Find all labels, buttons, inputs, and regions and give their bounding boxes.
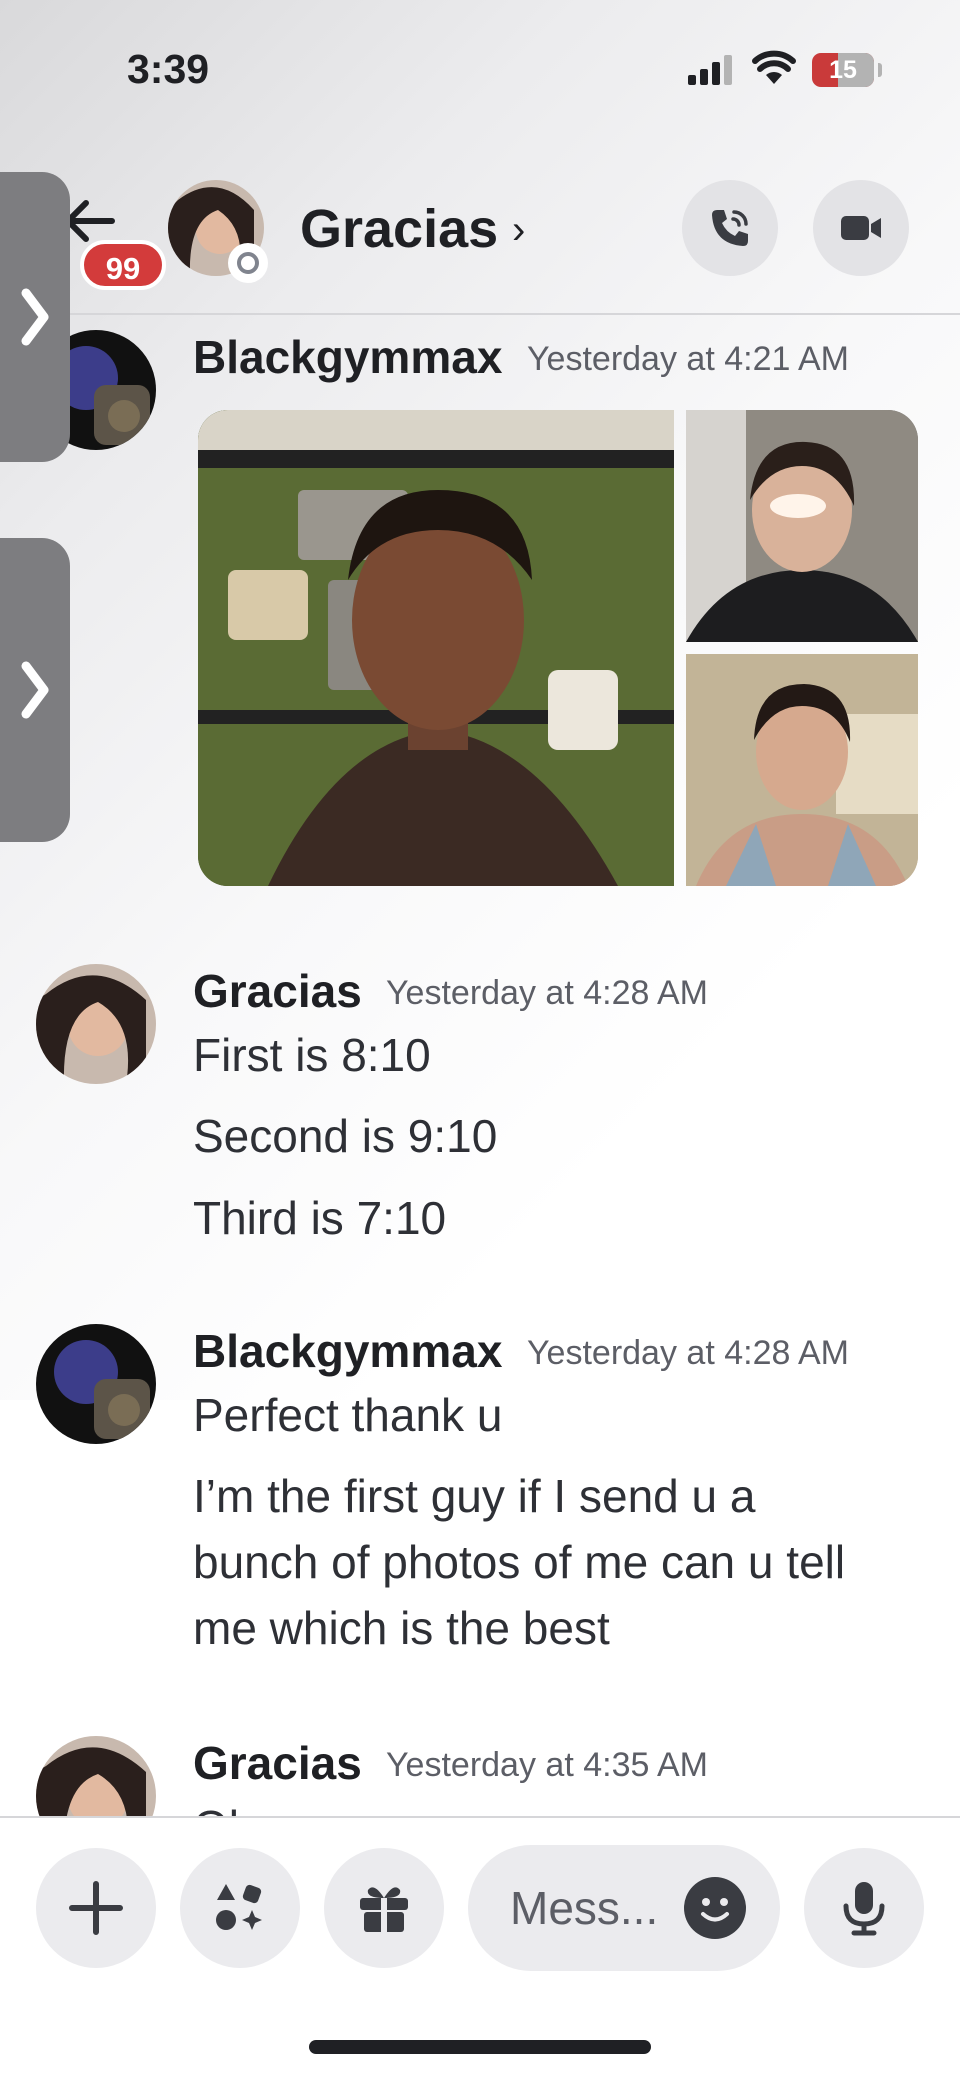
message-author[interactable]: Gracias — [193, 1736, 362, 1790]
message-text: bunch of photos of me can u tell — [193, 1536, 846, 1588]
apps-button[interactable] — [180, 1848, 300, 1968]
home-indicator[interactable] — [309, 2040, 651, 2054]
message-text: Second is 9:10 — [193, 1110, 498, 1162]
attachment-image[interactable] — [686, 654, 918, 886]
message: Gracias Yesterday at 4:28 AM First is 8:… — [0, 964, 960, 1264]
chevron-right-icon[interactable]: › — [512, 208, 525, 253]
header-divider — [0, 313, 960, 315]
chevron-right-icon — [21, 661, 49, 719]
message-timestamp: Yesterday at 4:35 AM — [386, 1746, 708, 1784]
channel-name[interactable]: Gracias — [300, 198, 498, 260]
drawer-handle-top[interactable] — [0, 172, 70, 462]
signal-icon — [688, 55, 732, 85]
phone-icon — [712, 210, 748, 246]
message-text: I’m the first guy if I send u a — [193, 1470, 756, 1522]
gift-button[interactable] — [324, 1848, 444, 1968]
status-indicator — [228, 243, 268, 283]
message-input-field[interactable] — [468, 1845, 780, 1971]
chevron-right-icon — [21, 288, 49, 346]
unread-badge: 99 — [80, 240, 166, 290]
message-timestamp: Yesterday at 4:28 AM — [386, 974, 708, 1012]
microphone-icon — [843, 1882, 885, 1936]
battery-tip — [878, 63, 882, 77]
battery-percent: 15 — [829, 56, 857, 84]
drawer-handle-bottom[interactable] — [0, 538, 70, 842]
avatar[interactable] — [36, 1324, 156, 1444]
image-gallery — [198, 410, 918, 886]
video-camera-icon — [841, 216, 881, 240]
status-time: 3:39 — [127, 46, 210, 92]
plus-icon — [69, 1881, 123, 1935]
call-button[interactable] — [682, 180, 778, 276]
message-timestamp: Yesterday at 4:28 AM — [527, 1334, 849, 1372]
apps-icon — [216, 1884, 262, 1930]
message-text: Perfect thank u — [193, 1389, 503, 1441]
message-author[interactable]: Blackgymmax — [193, 1324, 502, 1378]
message-author[interactable]: Gracias — [193, 964, 362, 1018]
message-author[interactable]: Blackgymmax — [193, 330, 502, 384]
emoji-button[interactable] — [684, 1877, 746, 1939]
voice-message-button[interactable] — [804, 1848, 924, 1968]
wifi-icon — [752, 50, 796, 84]
avatar[interactable] — [36, 964, 156, 1084]
attachment-image[interactable] — [686, 410, 918, 642]
message-text: me which is the best — [193, 1602, 610, 1654]
message-text: Third is 7:10 — [193, 1192, 447, 1244]
emoji-icon — [701, 1898, 729, 1922]
message-text: First is 8:10 — [193, 1029, 431, 1081]
gift-icon — [360, 1887, 408, 1932]
video-call-button[interactable] — [813, 180, 909, 276]
attachment-image[interactable] — [198, 410, 674, 886]
message: Blackgymmax Yesterday at 4:28 AM Perfect… — [0, 1324, 960, 1664]
message-timestamp: Yesterday at 4:21 AM — [527, 340, 849, 378]
message-input[interactable] — [510, 1875, 680, 1941]
attach-button[interactable] — [36, 1848, 156, 1968]
